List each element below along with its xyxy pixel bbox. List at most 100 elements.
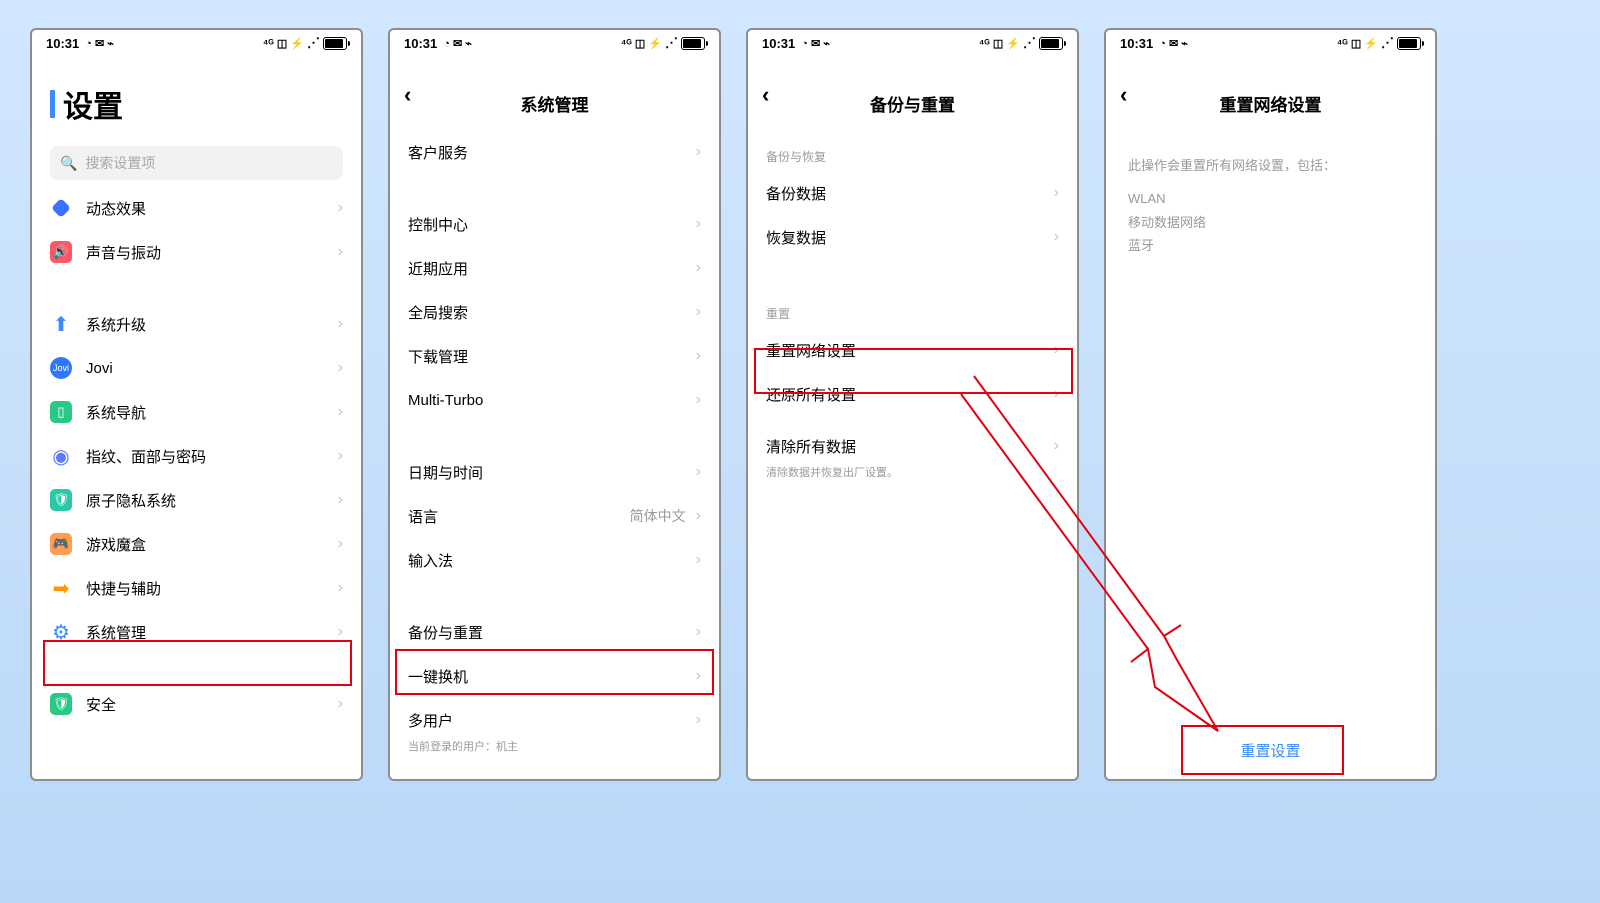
row-label: 系统升级 <box>86 314 338 335</box>
row-system-nav[interactable]: ▯系统导航› <box>32 390 361 434</box>
chevron-icon: › <box>696 303 701 321</box>
row-download-manager[interactable]: 下载管理› <box>390 334 719 378</box>
arrow-right-icon: ➡ <box>50 577 72 599</box>
search-placeholder: 搜索设置项 <box>85 153 155 173</box>
row-recent-apps[interactable]: 近期应用› <box>390 246 719 290</box>
chevron-icon: › <box>696 507 701 525</box>
header: ‹ 系统管理 <box>390 56 719 130</box>
status-time: 10:31 <box>1120 36 1153 51</box>
row-label: 声音与振动 <box>86 242 338 263</box>
battery-icon <box>323 37 347 50</box>
row-privacy-system[interactable]: 🛡原子隐私系统› <box>32 478 361 522</box>
row-date-time[interactable]: 日期与时间› <box>390 450 719 494</box>
row-label: 指纹、面部与密码 <box>86 446 338 467</box>
search-icon: 🔍 <box>60 155 77 172</box>
reset-item-mobile: 移动数据网络 <box>1128 211 1413 234</box>
row-label: 下载管理 <box>408 346 696 367</box>
row-jovi[interactable]: JoviJovi› <box>32 346 361 390</box>
gear-icon: ⚙ <box>50 621 72 643</box>
search-input[interactable]: 🔍 搜索设置项 <box>50 146 343 180</box>
row-backup-reset[interactable]: 备份与重置› <box>390 610 719 654</box>
status-icons-left: ◔ ✉ ⌁ <box>85 37 114 50</box>
row-restore-data[interactable]: 恢复数据› <box>748 215 1077 259</box>
row-label: 全局搜索 <box>408 302 696 323</box>
row-security[interactable]: 🛡安全› <box>32 682 361 726</box>
status-time: 10:31 <box>46 36 79 51</box>
row-customer-service[interactable]: 客户服务› <box>390 130 719 174</box>
fingerprint-icon: ◉ <box>50 445 72 467</box>
group-divider <box>748 259 1077 287</box>
row-phone-clone[interactable]: 一键换机› <box>390 654 719 698</box>
row-input-method[interactable]: 输入法› <box>390 538 719 582</box>
row-label: 语言 <box>408 506 630 527</box>
row-control-center[interactable]: 控制中心› <box>390 202 719 246</box>
row-global-search[interactable]: 全局搜索› <box>390 290 719 334</box>
chevron-icon: › <box>338 491 343 509</box>
battery-icon <box>1039 37 1063 50</box>
chevron-icon: › <box>696 623 701 641</box>
row-multi-user[interactable]: 多用户› <box>390 698 719 742</box>
section-header-reset: 重置 <box>748 287 1077 328</box>
row-backup-data[interactable]: 备份数据› <box>748 171 1077 215</box>
chevron-icon: › <box>1054 341 1059 359</box>
status-icons-left: ◔ ✉ ⌁ <box>801 37 830 50</box>
row-label: 原子隐私系统 <box>86 490 338 511</box>
row-label: 日期与时间 <box>408 462 696 483</box>
row-label: 重置网络设置 <box>766 340 1054 361</box>
chevron-icon: › <box>338 243 343 261</box>
chevron-icon: › <box>338 315 343 333</box>
row-system-upgrade[interactable]: ⬆系统升级› <box>32 302 361 346</box>
reset-item-wlan: WLAN <box>1128 187 1413 210</box>
wifi-icon: ⋰ <box>1381 35 1394 51</box>
diamond-icon <box>51 198 71 218</box>
chevron-icon: › <box>696 259 701 277</box>
phone-reset-network: 10:31◔ ✉ ⌁ ⁴ᴳ ◫ ⚡⋰ ‹ 重置网络设置 此操作会重置所有网络设置… <box>1104 28 1437 781</box>
chevron-icon: › <box>338 579 343 597</box>
chevron-icon: › <box>1054 437 1059 455</box>
row-language[interactable]: 语言简体中文› <box>390 494 719 538</box>
shield-check-icon: 🛡 <box>50 693 72 715</box>
reset-settings-button[interactable]: 重置设置 <box>1106 730 1435 771</box>
status-bar: 10:31◔ ✉ ⌁ ⁴ᴳ ◫ ⚡⋰ <box>32 30 361 56</box>
row-label: 还原所有设置 <box>766 384 1054 405</box>
row-label: 备份与重置 <box>408 622 696 643</box>
row-label: 动态效果 <box>86 198 338 219</box>
row-multi-turbo[interactable]: Multi-Turbo› <box>390 378 719 422</box>
row-game-box[interactable]: 🎮游戏魔盒› <box>32 522 361 566</box>
row-label: 清除所有数据 <box>766 436 1054 457</box>
row-system-management[interactable]: ⚙系统管理› <box>32 610 361 654</box>
group-divider <box>390 422 719 450</box>
chevron-icon: › <box>1054 385 1059 403</box>
chevron-icon: › <box>338 199 343 217</box>
row-sound-vibration[interactable]: 🔊声音与振动› <box>32 230 361 274</box>
row-reset-network[interactable]: 重置网络设置› <box>748 328 1077 372</box>
back-button[interactable]: ‹ <box>404 82 411 108</box>
row-shortcuts-access[interactable]: ➡快捷与辅助› <box>32 566 361 610</box>
row-label: 近期应用 <box>408 258 696 279</box>
section-header-backup: 备份与恢复 <box>748 130 1077 171</box>
jovi-icon: Jovi <box>50 357 72 379</box>
description-block: 此操作会重置所有网络设置，包括： WLAN 移动数据网络 蓝牙 <box>1106 130 1435 258</box>
phone-icon: ▯ <box>50 401 72 423</box>
gamepad-icon: 🎮 <box>50 533 72 555</box>
group-divider <box>390 174 719 202</box>
row-dynamic-effects[interactable]: 动态效果› <box>32 186 361 230</box>
status-icons-left: ◔ ✉ ⌁ <box>443 37 472 50</box>
row-erase-all-data[interactable]: 清除所有数据› <box>748 424 1077 468</box>
wifi-icon: ⋰ <box>307 35 320 51</box>
group-divider <box>32 654 361 682</box>
row-reset-all-settings[interactable]: 还原所有设置› <box>748 372 1077 416</box>
chevron-icon: › <box>338 695 343 713</box>
wifi-icon: ⋰ <box>665 35 678 51</box>
chevron-icon: › <box>338 535 343 553</box>
row-fingerprint[interactable]: ◉指纹、面部与密码› <box>32 434 361 478</box>
page-title: 设置 <box>32 56 361 136</box>
back-button[interactable]: ‹ <box>762 82 769 108</box>
group-divider <box>32 274 361 302</box>
chevron-icon: › <box>696 667 701 685</box>
group-divider <box>390 582 719 610</box>
chevron-icon: › <box>696 347 701 365</box>
back-button[interactable]: ‹ <box>1120 82 1127 108</box>
chevron-icon: › <box>338 623 343 641</box>
chevron-icon: › <box>696 215 701 233</box>
